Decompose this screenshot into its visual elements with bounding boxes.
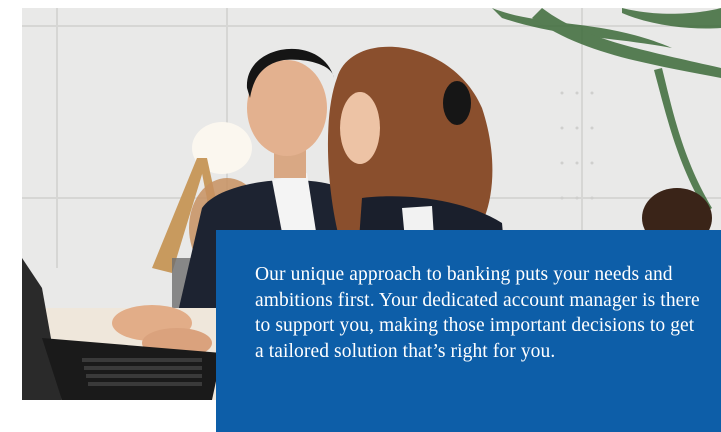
- info-card: Our unique approach to banking puts your…: [216, 230, 721, 432]
- info-card-text: Our unique approach to banking puts your…: [255, 264, 700, 362]
